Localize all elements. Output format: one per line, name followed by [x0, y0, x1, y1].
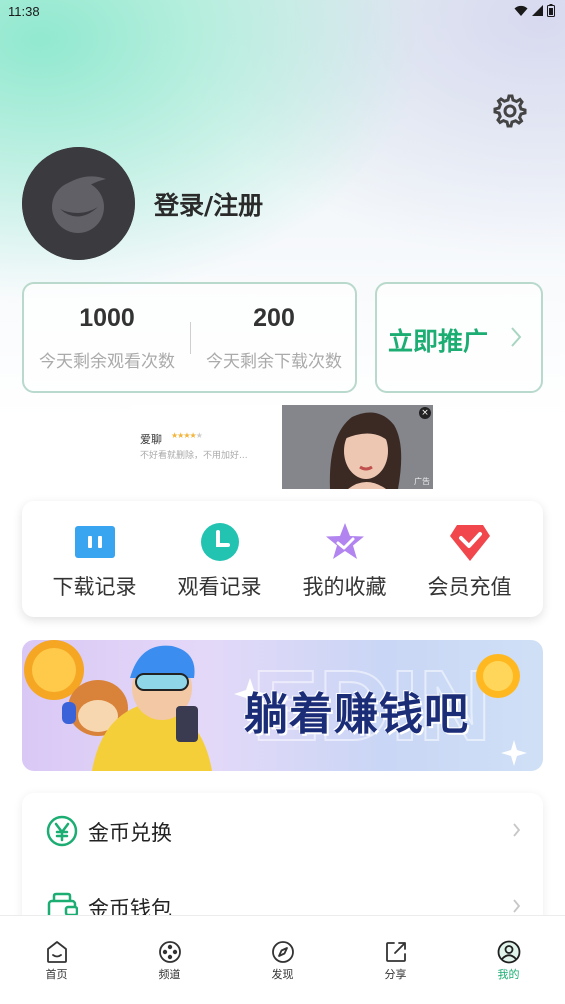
- home-icon: [47, 941, 67, 963]
- star-icon: [326, 523, 364, 559]
- tab-discover-label: 发现: [271, 968, 294, 981]
- tab-channels[interactable]: 频道: [113, 916, 226, 1004]
- vip-recharge-label: 会员充值: [427, 575, 512, 599]
- promote-button[interactable]: 立即推广: [375, 282, 543, 393]
- download-count-label: 今天剩余下载次数: [206, 352, 342, 372]
- avatar-logo-icon: [22, 147, 135, 260]
- ad-app-name: 爱聊: [140, 433, 162, 446]
- ad-description: 不好看就删除，不用加好...: [140, 451, 248, 461]
- tab-home[interactable]: 首页: [0, 916, 113, 1004]
- clock-icon: [201, 523, 239, 561]
- tab-discover[interactable]: 发现: [226, 916, 339, 1004]
- battery-icon: [547, 4, 555, 17]
- download-count-value: 200: [253, 304, 295, 332]
- film-reel-icon: [159, 941, 181, 963]
- wifi-icon: [514, 5, 528, 16]
- ad-portrait-image: [282, 405, 433, 489]
- yen-coin-icon: [46, 815, 78, 847]
- download-history-label: 下载记录: [52, 575, 137, 599]
- tab-channels-label: 频道: [158, 968, 181, 981]
- status-icons: [514, 4, 555, 17]
- ad-banner[interactable]: 爱聊 ★★★★★ 不好看就删除，不用加好... × 广告: [133, 405, 433, 489]
- ad-rating-stars: ★★★★★: [171, 431, 203, 440]
- download-history-icon: [75, 526, 115, 558]
- tab-home-label: 首页: [45, 968, 68, 981]
- diamond-icon: [450, 525, 490, 561]
- profile-icon: [497, 940, 521, 964]
- favorites-button[interactable]: 我的收藏: [282, 501, 407, 617]
- chevron-right-icon: [513, 899, 521, 913]
- chevron-right-icon: [511, 327, 522, 347]
- download-count-stat: 200 今天剩余下载次数: [191, 304, 357, 372]
- quick-actions-card: 下载记录 观看记录 我的收藏 会员充值: [22, 501, 543, 617]
- ad-tag: 广告: [414, 477, 430, 486]
- status-bar: 11:38: [0, 0, 565, 24]
- coin-exchange-item[interactable]: 金币兑换: [22, 793, 543, 853]
- banner-title: 躺着赚钱吧: [244, 689, 469, 740]
- promote-label: 立即推广: [388, 327, 489, 356]
- ad-close-button[interactable]: ×: [419, 407, 431, 419]
- settings-button[interactable]: [492, 93, 528, 129]
- tab-share-label: 分享: [384, 968, 407, 981]
- watch-count-label: 今天剩余观看次数: [39, 352, 175, 372]
- login-register-link[interactable]: 登录/注册: [154, 186, 263, 222]
- tab-profile-label: 我的: [497, 968, 520, 981]
- watch-count-value: 1000: [79, 304, 135, 332]
- watch-count-stat: 1000 今天剩余观看次数: [24, 304, 190, 372]
- signal-icon: [532, 5, 543, 16]
- watch-history-label: 观看记录: [177, 575, 262, 599]
- download-history-button[interactable]: 下载记录: [32, 501, 157, 617]
- share-icon: [386, 942, 406, 962]
- chevron-right-icon: [513, 823, 521, 837]
- coin-exchange-label: 金币兑换: [88, 821, 172, 845]
- avatar[interactable]: [22, 147, 135, 260]
- watch-history-button[interactable]: 观看记录: [157, 501, 282, 617]
- tab-profile[interactable]: 我的: [452, 916, 565, 1004]
- tab-share[interactable]: 分享: [339, 916, 452, 1004]
- ad-image: × 广告: [282, 405, 433, 489]
- gear-icon: [493, 94, 527, 128]
- earn-money-banner[interactable]: EDIN 躺着赚钱吧: [22, 640, 543, 771]
- stats-card: 1000 今天剩余观看次数 200 今天剩余下载次数: [22, 282, 357, 393]
- vip-recharge-button[interactable]: 会员充值: [407, 501, 532, 617]
- status-time: 11:38: [8, 4, 40, 19]
- bottom-tab-bar: 首页 频道 发现 分享 我的: [0, 915, 565, 1004]
- compass-icon: [272, 941, 294, 963]
- favorites-label: 我的收藏: [302, 575, 387, 599]
